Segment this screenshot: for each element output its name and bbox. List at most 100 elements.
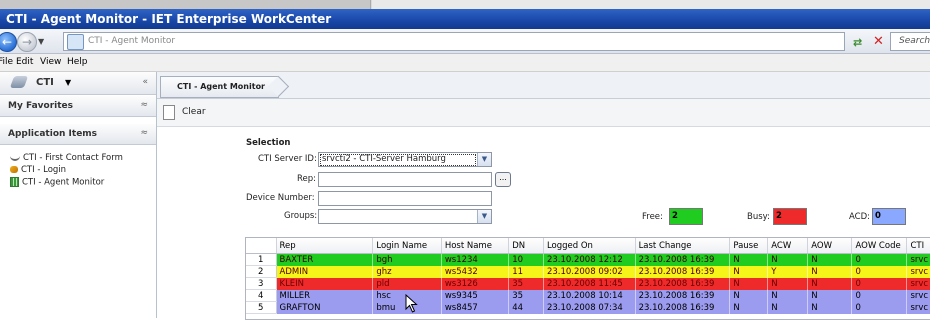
sidebar-item-login[interactable]: CTI - Login <box>10 165 66 175</box>
module-dropdown-icon[interactable]: ▼ <box>65 78 71 87</box>
table-cell: Y <box>767 265 809 278</box>
column-header-last-change[interactable]: Last Change <box>635 238 731 254</box>
table-cell: 23.10.2008 07:34 <box>543 301 636 314</box>
section-toggle-icon[interactable]: ≈ <box>140 100 148 110</box>
table-row[interactable]: 2 ADMIN ghz ws5432 11 23.10.2008 09:02 23.10.2… <box>246 265 930 278</box>
table-cell: N <box>807 253 853 266</box>
menu-view[interactable]: View <box>40 57 61 67</box>
table-cell: 0 <box>851 253 908 266</box>
table-cell: 35 <box>508 277 544 290</box>
free-label: Free: <box>642 212 663 222</box>
mouse-cursor-icon <box>405 294 418 313</box>
section-my-favorites[interactable]: My Favorites ≈ <box>0 96 156 117</box>
chevron-down-icon[interactable]: ▼ <box>477 210 491 223</box>
forward-arrow-icon[interactable]: → <box>17 32 37 52</box>
groups-select[interactable]: ▼ <box>318 209 492 224</box>
menu-help[interactable]: Help <box>67 57 88 67</box>
table-cell: N <box>807 301 853 314</box>
table-cell: 35 <box>508 289 544 302</box>
section-toggle-icon[interactable]: ≈ <box>140 128 148 138</box>
column-header-pause[interactable]: Pause <box>729 238 769 254</box>
sidebar-item-agent-monitor[interactable]: CTI - Agent Monitor <box>10 177 104 188</box>
table-cell: KLEIN <box>276 277 374 290</box>
table-cell: GRAFTON <box>276 301 374 314</box>
table-cell: ws5432 <box>441 265 510 278</box>
table-cell: 0 <box>851 289 908 302</box>
breadcrumb: CTI - Agent Monitor <box>157 72 930 99</box>
section-title: Application Items <box>8 129 98 139</box>
table-cell: 23.10.2008 12:12 <box>543 253 636 266</box>
page-icon <box>67 34 84 50</box>
back-arrow-icon[interactable]: ← <box>0 32 17 52</box>
address-bar: ← → ▼ CTI - Agent Monitor ⇄ ✕ Search <box>0 29 930 54</box>
device-number-input[interactable] <box>318 191 492 206</box>
history-dropdown-icon[interactable]: ▼ <box>38 37 44 46</box>
selection-heading: Selection <box>246 138 291 148</box>
agent-table: Rep Login Name Host Name DN Logged On La… <box>245 237 930 320</box>
table-cell: N <box>767 301 809 314</box>
acd-label: ACD: <box>849 212 871 222</box>
free-counter: 2 <box>669 208 703 225</box>
table-header-row: Rep Login Name Host Name DN Logged On La… <box>246 238 930 254</box>
column-header-host-name[interactable]: Host Name <box>441 238 510 254</box>
row-number: 4 <box>246 289 277 302</box>
sidebar-item-first-contact-form[interactable]: CTI - First Contact Form <box>10 153 123 163</box>
rep-browse-button[interactable]: ... <box>495 172 511 187</box>
menu-bar: File Edit View Help <box>0 54 930 72</box>
section-application-items[interactable]: Application Items ≈ <box>0 124 156 145</box>
column-header-login-name[interactable]: Login Name <box>372 238 442 254</box>
clear-button[interactable]: Clear <box>163 103 213 121</box>
table-cell: 11 <box>508 265 544 278</box>
table-cell: 0 <box>851 265 908 278</box>
column-header-acw[interactable]: ACW <box>767 238 809 254</box>
table-cell: N <box>767 277 809 290</box>
table-cell: N <box>807 265 853 278</box>
window-top-strip <box>0 0 930 9</box>
column-header-logged-on[interactable]: Logged On <box>543 238 636 254</box>
table-cell: 23.10.2008 11:45 <box>543 277 636 290</box>
server-select[interactable]: srvcti2 - CTI-Server Hamburg ▼ <box>318 152 492 167</box>
table-cell: 0 <box>851 301 908 314</box>
column-header-rep[interactable]: Rep <box>276 238 374 254</box>
rep-label: Rep: <box>297 174 317 184</box>
table-row[interactable]: 5 GRAFTON bmu ws8457 44 23.10.2008 07:34 23.10… <box>246 301 930 314</box>
column-header-aow[interactable]: AOW <box>807 238 853 254</box>
stop-icon[interactable]: ✕ <box>873 34 884 49</box>
column-header-aow-code[interactable]: AOW Code <box>851 238 908 254</box>
table-row[interactable]: 4 MILLER hsc ws9345 35 23.10.2008 10:14 23.10.… <box>246 289 930 302</box>
rep-input[interactable] <box>318 172 492 187</box>
menu-edit[interactable]: Edit <box>16 57 33 67</box>
table-cell: 44 <box>508 301 544 314</box>
chevron-down-icon[interactable]: ▼ <box>477 153 491 166</box>
table-cell: N <box>729 289 769 302</box>
table-cell: N <box>729 265 769 278</box>
table-cell: BAXTER <box>276 253 374 266</box>
breadcrumb-item-agent-monitor[interactable]: CTI - Agent Monitor <box>160 76 279 98</box>
table-row[interactable]: 1 BAXTER bgh ws1234 10 23.10.2008 12:12 23.10.… <box>246 253 930 266</box>
refresh-icon[interactable]: ⇄ <box>853 36 862 49</box>
table-cell: 10 <box>508 253 544 266</box>
table-cell: ghz <box>372 265 442 278</box>
collapse-sidebar-icon[interactable]: « <box>142 77 148 87</box>
column-header-dn[interactable]: DN <box>508 238 544 254</box>
groups-label: Groups: <box>284 211 318 221</box>
module-header[interactable]: CTI ▼ « <box>0 72 156 95</box>
table-cell: 23.10.2008 16:39 <box>635 253 731 266</box>
menu-file[interactable]: File <box>0 57 13 67</box>
grid-icon <box>10 177 19 187</box>
table-cell: ADMIN <box>276 265 374 278</box>
table-cell: 23.10.2008 16:39 <box>635 265 731 278</box>
table-row[interactable]: 3 KLEIN pld ws3126 35 23.10.2008 11:45 23.10.2… <box>246 277 930 290</box>
column-header-cti[interactable]: CTI <box>906 238 930 254</box>
table-cell: 23.10.2008 16:39 <box>635 301 731 314</box>
page-icon <box>163 105 175 120</box>
search-input[interactable]: Search <box>890 32 930 51</box>
url-text: CTI - Agent Monitor <box>88 36 176 46</box>
table-cell: N <box>767 253 809 266</box>
table-cell: ws3126 <box>441 277 510 290</box>
table-cell: srvc <box>906 253 930 266</box>
url-field[interactable]: CTI - Agent Monitor <box>63 32 845 51</box>
row-number: 2 <box>246 265 277 278</box>
table-cell: ws1234 <box>441 253 510 266</box>
table-cell: 23.10.2008 10:14 <box>543 289 636 302</box>
